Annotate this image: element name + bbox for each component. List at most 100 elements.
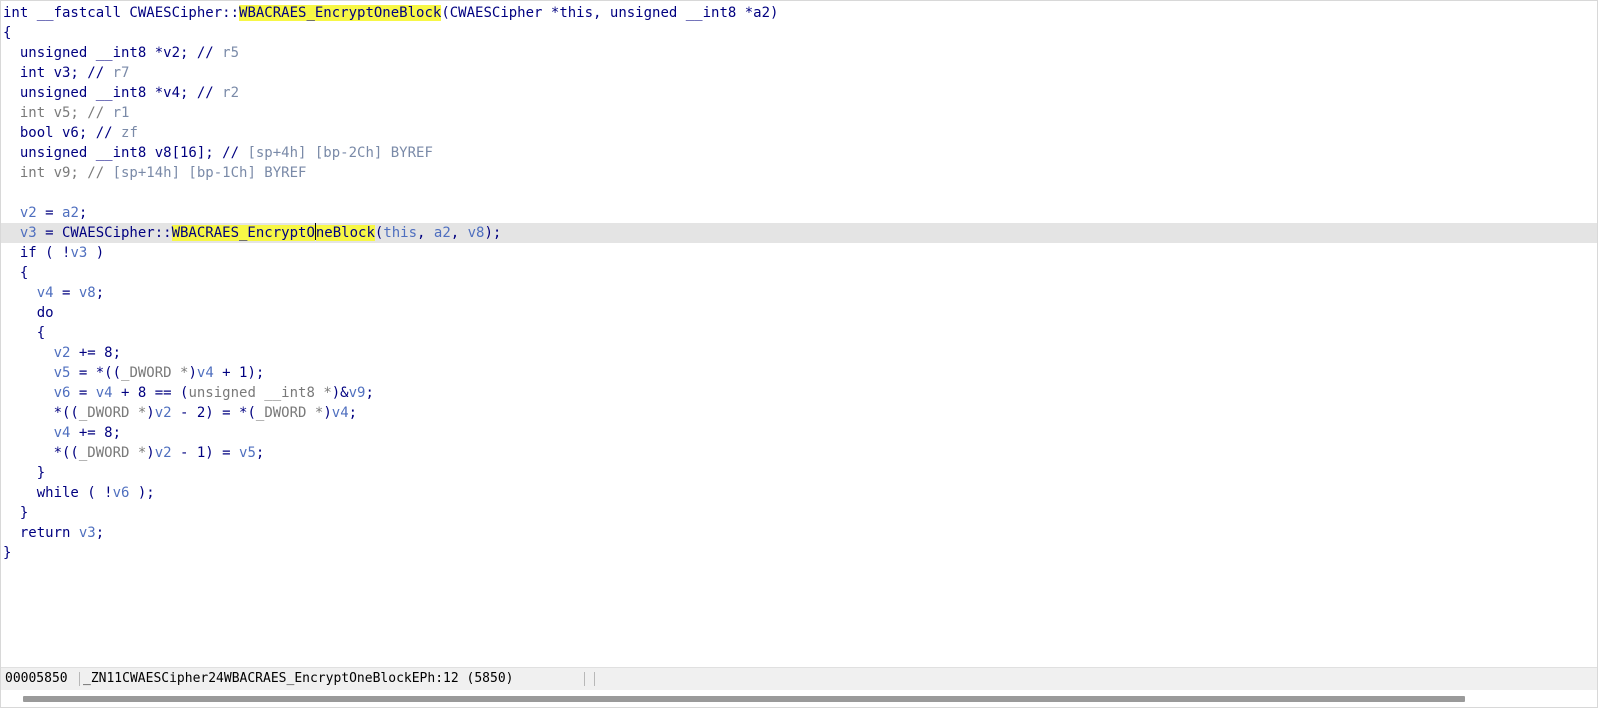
code-token: v9 <box>348 385 366 401</box>
code-token: v3 <box>3 225 37 241</box>
code-token: , <box>417 225 434 241</box>
code-line[interactable]: int __fastcall CWAESCipher::WBACRAES_Enc… <box>1 3 1597 23</box>
code-line[interactable]: return v3; <box>1 523 1597 543</box>
code-line[interactable]: v4 = v8; <box>1 283 1597 303</box>
code-token: int v5; // <box>3 105 113 121</box>
code-token: a2 <box>433 225 451 241</box>
code-token: unsigned __int8 *v2; // <box>3 45 223 61</box>
code-token: ; <box>365 385 374 401</box>
code-token: )& <box>331 385 349 401</box>
code-line[interactable]: } <box>1 503 1597 523</box>
code-line[interactable]: v5 = *((_DWORD *)v4 + 1); <box>1 363 1597 383</box>
highlighted-identifier: WBACRAES_EncryptOneBlock <box>239 5 442 21</box>
code-token: - 2) = *( <box>171 405 256 421</box>
code-token: *(( <box>3 445 79 461</box>
status-location: _ZN11CWAESCipher24WBACRAES_EncryptOneBlo… <box>83 671 514 686</box>
code-token: ; <box>348 405 358 421</box>
code-token: if ( ! <box>3 245 71 261</box>
scrollbar-thumb[interactable] <box>23 696 1465 702</box>
code-token: ) <box>188 365 197 381</box>
code-token: _DWORD * <box>78 405 147 421</box>
code-token: r2 <box>222 85 240 101</box>
code-token: *(( <box>3 405 79 421</box>
code-token: do <box>3 305 54 321</box>
code-token: } <box>3 545 12 561</box>
code-token: v4 <box>95 385 113 401</box>
code-token: ) <box>146 405 155 421</box>
code-token: _DWORD * <box>78 445 147 461</box>
code-token: this <box>383 225 418 241</box>
code-token: _DWORD * <box>255 405 324 421</box>
highlighted-identifier: neBlock <box>315 225 375 241</box>
code-line[interactable]: v3 = CWAESCipher::WBACRAES_EncryptOneBlo… <box>1 223 1597 243</box>
status-divider <box>594 672 595 686</box>
code-line[interactable]: unsigned __int8 *v2; // r5 <box>1 43 1597 63</box>
code-line[interactable]: while ( !v6 ); <box>1 483 1597 503</box>
code-token: v4 <box>3 285 54 301</box>
code-token: + 1); <box>213 365 265 381</box>
status-address: 00005850 <box>5 671 68 686</box>
code-token: _DWORD * <box>121 365 189 381</box>
code-token: v5 <box>239 445 256 461</box>
code-line[interactable]: } <box>1 463 1597 483</box>
code-line[interactable]: v2 = a2; <box>1 203 1597 223</box>
status-divider <box>79 672 80 686</box>
code-token: += 8; <box>70 345 122 361</box>
code-token: = CWAESCipher:: <box>36 225 172 241</box>
code-line[interactable]: bool v6; // zf <box>1 123 1597 143</box>
code-line[interactable]: { <box>1 323 1597 343</box>
code-token: ) <box>323 405 332 421</box>
code-line[interactable]: v4 += 8; <box>1 423 1597 443</box>
pseudocode-view[interactable]: int __fastcall CWAESCipher::WBACRAES_Enc… <box>0 0 1598 708</box>
code-line[interactable]: unsigned __int8 v8[16]; // [sp+4h] [bp-2… <box>1 143 1597 163</box>
code-token: { <box>3 325 46 341</box>
code-token: } <box>3 465 46 481</box>
code-token: v6 <box>3 385 71 401</box>
code-line[interactable]: { <box>1 23 1597 43</box>
code-line[interactable]: int v3; // r7 <box>1 63 1597 83</box>
code-token: v8 <box>78 285 96 301</box>
code-token: unsigned __int8 *v4; // <box>3 85 223 101</box>
horizontal-scrollbar[interactable] <box>1 691 1597 707</box>
code-line[interactable]: do <box>1 303 1597 323</box>
code-token: (CWAESCipher *this, unsigned __int8 *a2) <box>441 5 779 21</box>
code-line[interactable]: int v9; // [sp+14h] [bp-1Ch] BYREF <box>1 163 1597 183</box>
code-line[interactable]: unsigned __int8 *v4; // r2 <box>1 83 1597 103</box>
code-token: zf <box>121 125 138 141</box>
highlighted-identifier: WBACRAES_EncryptO <box>171 225 315 241</box>
code-token: = <box>70 385 96 401</box>
code-token: { <box>3 25 12 41</box>
code-line[interactable]: if ( !v3 ) <box>1 243 1597 263</box>
code-token: ); <box>129 485 155 501</box>
code-line[interactable]: int v5; // r1 <box>1 103 1597 123</box>
code-token: r7 <box>112 65 130 81</box>
code-token: v3 <box>70 245 88 261</box>
code-token: ; <box>255 445 265 461</box>
pseudocode-text[interactable]: int __fastcall CWAESCipher::WBACRAES_Enc… <box>1 3 1597 563</box>
code-token: ; <box>78 205 88 221</box>
code-token: v8 <box>467 225 485 241</box>
code-line[interactable]: v6 = v4 + 8 == (unsigned __int8 *)&v9; <box>1 383 1597 403</box>
code-token: } <box>3 505 29 521</box>
code-token: [sp+14h] [bp-1Ch] BYREF <box>112 165 307 181</box>
code-token: , <box>450 225 468 241</box>
code-token: = <box>36 205 63 221</box>
code-token: ; <box>95 525 105 541</box>
code-line[interactable]: *((_DWORD *)v2 - 1) = v5; <box>1 443 1597 463</box>
code-line[interactable]: v2 += 8; <box>1 343 1597 363</box>
code-line[interactable] <box>1 183 1597 203</box>
code-token: v3 <box>78 525 96 541</box>
code-token: v4 <box>331 405 349 421</box>
code-token: r5 <box>222 45 240 61</box>
code-token: return <box>3 525 79 541</box>
code-token: while ( ! <box>3 485 113 501</box>
code-token: unsigned __int8 * <box>188 385 332 401</box>
code-token: ) <box>146 445 155 461</box>
code-token: v2 <box>3 345 71 361</box>
code-line[interactable]: } <box>1 543 1597 563</box>
code-line[interactable]: *((_DWORD *)v2 - 2) = *(_DWORD *)v4; <box>1 403 1597 423</box>
code-token: bool v6; // <box>3 125 122 141</box>
code-line[interactable]: { <box>1 263 1597 283</box>
code-token: v4 <box>196 365 214 381</box>
code-token: ) <box>87 245 105 261</box>
